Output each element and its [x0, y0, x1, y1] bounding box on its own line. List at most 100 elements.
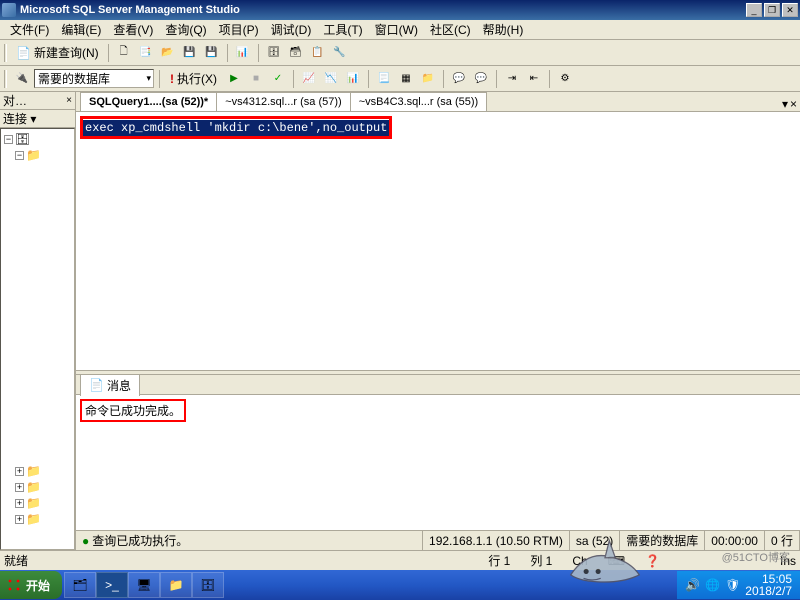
properties-button[interactable]: 🔧 [330, 43, 350, 63]
tree-root[interactable]: − 🗄 [3, 131, 72, 147]
folder-icon: 📁 [26, 464, 40, 478]
menu-view[interactable]: 查看(V) [107, 19, 159, 40]
taskbar-folder[interactable]: 📁 [160, 572, 192, 598]
include-plan-button[interactable]: 📉 [321, 69, 341, 89]
messages-tab[interactable]: 📄 消息 [80, 374, 140, 396]
debug-button[interactable]: ▶ [224, 69, 244, 89]
folder-icon: 📁 [26, 496, 40, 510]
menu-file[interactable]: 文件(F) [4, 19, 55, 40]
exclaim-icon: ! [170, 72, 174, 86]
status-rows: 0 行 [765, 531, 800, 550]
connect-bar[interactable]: 连接 ▾ [0, 110, 75, 128]
panel-close-icon[interactable]: × [66, 95, 72, 106]
maximize-button[interactable]: ❐ [764, 3, 780, 17]
comment-button[interactable]: 💬 [449, 69, 469, 89]
tree-item[interactable]: +📁 [3, 463, 72, 479]
taskbar: 开始 🗂 >_ 🖥 📁 🗄 🔊 🌐 🛡 15:05 2018/2/7 [0, 570, 800, 600]
app-icon [2, 3, 16, 17]
taskbar-server-manager[interactable]: 🖥 [128, 572, 160, 598]
panel-header: 对… × [0, 92, 75, 110]
messages-content[interactable]: 命令已成功完成。 [76, 395, 800, 530]
sql-editor[interactable]: exec xp_cmdshell 'mkdir c:\bene',no_outp… [76, 112, 800, 370]
tree-item[interactable]: +📁 [3, 511, 72, 527]
code-line-1[interactable]: exec xp_cmdshell 'mkdir c:\bene',no_outp… [83, 120, 389, 136]
display-plan-button[interactable]: 📈 [299, 69, 319, 89]
stop-button[interactable]: ■ [246, 69, 266, 89]
watermark: @51CTO博客 [722, 549, 790, 565]
save-all-button[interactable]: 💾 [202, 43, 222, 63]
tray-icon-3[interactable]: 🛡 [725, 578, 739, 592]
ime-icon[interactable]: ⌨ [608, 554, 625, 568]
expand-icon[interactable]: + [15, 515, 24, 524]
menu-help[interactable]: 帮助(H) [477, 19, 530, 40]
tab-dropdown-icon[interactable]: ▾ [782, 97, 788, 111]
execute-button[interactable]: ! 执行(X) [165, 69, 222, 89]
results-text-button[interactable]: 📃 [374, 69, 394, 89]
database-combo[interactable]: 需要的数据库 [34, 69, 154, 88]
object-explorer-panel: 对… × 连接 ▾ − 🗄 − 📁 +📁 +📁 +📁 +📁 [0, 92, 76, 550]
toolbar-grip-2 [4, 70, 7, 88]
window-titlebar: Microsoft SQL Server Management Studio _… [0, 0, 800, 20]
specify-values-button[interactable]: ⚙ [555, 69, 575, 89]
new-item-button[interactable]: 📑 [136, 43, 156, 63]
expand-icon[interactable]: + [15, 483, 24, 492]
editor-tabs: SQLQuery1....(sa (52))* ~vs4312.sql...r … [76, 92, 800, 112]
template-explorer-button[interactable]: 📋 [308, 43, 328, 63]
uncomment-button[interactable]: 💬 [471, 69, 491, 89]
tab-vs4312[interactable]: ~vs4312.sql...r (sa (57)) [216, 92, 350, 111]
system-tray[interactable]: 🔊 🌐 🛡 15:05 2018/2/7 [677, 571, 800, 599]
client-stats-button[interactable]: 📊 [343, 69, 363, 89]
statusbar: 就绪 行 1 列 1 Ch ⌨ ❓ Ins [0, 550, 800, 570]
close-button[interactable]: ✕ [782, 3, 798, 17]
activity-monitor-button[interactable]: 📊 [233, 43, 253, 63]
indent-button[interactable]: ⇥ [502, 69, 522, 89]
status-server: 192.168.1.1 (10.50 RTM) [423, 531, 570, 550]
menu-community[interactable]: 社区(C) [424, 19, 477, 40]
outdent-button[interactable]: ⇤ [524, 69, 544, 89]
parse-button[interactable]: ✓ [268, 69, 288, 89]
windows-icon [6, 577, 22, 593]
menu-edit[interactable]: 编辑(E) [55, 19, 107, 40]
toolbar-sql: 🔌 需要的数据库 ! 执行(X) ▶ ■ ✓ 📈 📉 📊 📃 ▦ 📁 💬 💬 ⇥… [0, 66, 800, 92]
object-explorer-button[interactable]: 🗃 [286, 43, 306, 63]
results-grid-button[interactable]: ▦ [396, 69, 416, 89]
open-button[interactable]: 📂 [158, 43, 178, 63]
change-connection-button[interactable]: 🔌 [12, 69, 32, 89]
success-message: 命令已成功完成。 [85, 404, 181, 418]
collapse-icon[interactable]: − [4, 135, 13, 144]
registered-servers-button[interactable]: 🗄 [264, 43, 284, 63]
help-icon[interactable]: ❓ [645, 554, 660, 568]
tree-item[interactable]: +📁 [3, 495, 72, 511]
tab-vsb4c3[interactable]: ~vsB4C3.sql...r (sa (55)) [350, 92, 488, 111]
tab-close-icon[interactable]: × [790, 97, 797, 111]
menu-window[interactable]: 窗口(W) [369, 19, 424, 40]
menu-tools[interactable]: 工具(T) [317, 19, 368, 40]
taskbar-ssms[interactable]: 🗄 [192, 572, 224, 598]
tray-icon-2[interactable]: 🌐 [705, 578, 719, 592]
status-exec: ● 查询已成功执行。 [76, 531, 423, 550]
new-query-button[interactable]: 📄 新建查询(N) [12, 43, 103, 63]
server-icon: 🗄 [15, 132, 29, 146]
start-button[interactable]: 开始 [0, 571, 62, 599]
tray-icon-1[interactable]: 🔊 [685, 578, 699, 592]
tab-sqlquery1[interactable]: SQLQuery1....(sa (52))* [80, 92, 217, 111]
new-file-button[interactable]: 🗋 [114, 43, 134, 63]
save-button[interactable]: 💾 [180, 43, 200, 63]
minimize-button[interactable]: _ [746, 3, 762, 17]
menu-project[interactable]: 项目(P) [213, 19, 265, 40]
object-tree[interactable]: − 🗄 − 📁 +📁 +📁 +📁 +📁 [0, 128, 75, 550]
menu-query[interactable]: 查询(Q) [159, 19, 212, 40]
collapse-icon[interactable]: − [15, 151, 24, 160]
expand-icon[interactable]: + [15, 499, 24, 508]
result-tabs: 📄 消息 [76, 375, 800, 395]
results-file-button[interactable]: 📁 [418, 69, 438, 89]
highlight-annotation-2: 命令已成功完成。 [80, 399, 186, 422]
tree-item[interactable]: +📁 [3, 479, 72, 495]
menu-debug[interactable]: 调试(D) [265, 19, 318, 40]
messages-panel: 📄 消息 命令已成功完成。 [76, 375, 800, 530]
expand-icon[interactable]: + [15, 467, 24, 476]
taskbar-powershell[interactable]: >_ [96, 572, 128, 598]
taskbar-explorer[interactable]: 🗂 [64, 572, 96, 598]
tree-databases[interactable]: − 📁 [3, 147, 72, 163]
tray-date: 2018/2/7 [745, 585, 792, 597]
